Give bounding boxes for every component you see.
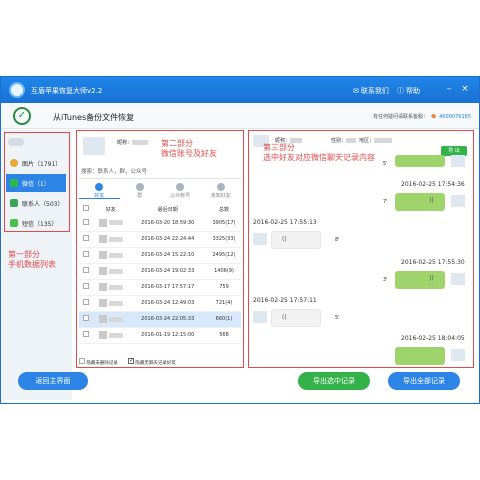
unknown-friend-icon: [216, 183, 225, 191]
select-all-checkbox[interactable]: [83, 205, 89, 211]
friend-search-input[interactable]: 搜索：联系人，群，公众号: [79, 167, 241, 179]
chat-avatar: [253, 233, 267, 245]
tab-unknown-friends[interactable]: 未知好友: [201, 183, 242, 199]
help-icon: ⓘ: [397, 87, 404, 95]
friends-panel: 昵称： 第二部分 微信账号及好友 搜索：联系人，群，公众号 好友 群 公众帐号 …: [76, 130, 244, 368]
contact-icon: ✉: [353, 87, 359, 95]
contact-us-link[interactable]: ✉ 联系我们: [353, 86, 389, 96]
voice-icon: )): [429, 275, 434, 282]
row-checkbox[interactable]: [83, 218, 89, 225]
table-row-selected[interactable]: 2016-03-24 22:05:33 660(1): [79, 311, 241, 328]
table-row[interactable]: 2016-03-24 19:02:33 1406(9): [79, 263, 241, 280]
voice-message-bubble[interactable]: [395, 347, 445, 365]
column-total[interactable]: 总数: [207, 203, 241, 215]
minimize-button[interactable]: –: [443, 83, 455, 95]
voice-icon: ((: [282, 236, 287, 243]
hide-deleted-toggle[interactable]: 隐藏未删除记录: [79, 358, 118, 366]
photo-icon: [10, 159, 18, 167]
chat-avatar: [451, 155, 465, 167]
table-row[interactable]: 2016-03-24 12:49:03 721(4): [79, 295, 241, 312]
row-checkbox[interactable]: [83, 235, 89, 241]
table-row[interactable]: 2016-03-24 15:22:10 2495(12): [79, 247, 241, 264]
support-info: 有任何疑问请联系客服： ☻ 4000076165: [372, 113, 471, 121]
account-avatar: [83, 137, 105, 155]
voice-message-bubble[interactable]: [395, 155, 445, 167]
row-checkbox[interactable]: [83, 299, 89, 305]
chat-avatar: [451, 349, 465, 361]
service-avatar-icon: ☻: [430, 113, 437, 120]
table-row[interactable]: 2016-01-19 12:15:00 568: [79, 327, 241, 344]
row-checkbox[interactable]: [83, 267, 89, 273]
hide-empty-toggle[interactable]: 隐藏无聊天记录好友: [127, 357, 176, 366]
part1-annotation: 第一部分 手机数据列表: [8, 250, 56, 269]
chat-avatar: [451, 273, 465, 285]
chat-avatar: [451, 195, 465, 207]
row-checkbox[interactable]: [83, 251, 89, 257]
column-last-date[interactable]: 最后日期: [128, 203, 207, 215]
tab-friends[interactable]: 好友: [79, 183, 120, 199]
friend-tabs: 好友 群 公众帐号 未知好友: [79, 183, 241, 199]
support-qq[interactable]: 4000076165: [439, 114, 471, 120]
tab-groups[interactable]: 群: [120, 183, 161, 199]
row-checkbox[interactable]: [83, 315, 89, 321]
row-checkbox[interactable]: [83, 283, 89, 289]
column-friend[interactable]: 好友: [93, 203, 128, 215]
voice-icon: )): [429, 197, 434, 204]
sms-icon: [10, 219, 18, 227]
close-button[interactable]: ×: [459, 83, 471, 95]
contacts-icon: [10, 199, 18, 207]
account-nickname: 昵称：: [117, 139, 149, 146]
part3-annotation: 第三部分 选中好友对应微信聊天记录内容: [263, 143, 375, 162]
table-row[interactable]: 2016-03-24 22:24:44 3325(33): [79, 231, 241, 248]
part2-annotation: 第二部分 微信账号及好友: [161, 139, 217, 158]
table-row[interactable]: 2016-03-20 18:59:30 3905(17): [79, 215, 241, 232]
export-all-button[interactable]: 导出全部记录: [388, 372, 460, 390]
sidebar-item-wechat[interactable]: 微信（1）: [6, 174, 66, 192]
back-to-main-button[interactable]: 返回主界面: [18, 372, 88, 390]
sidebar-item-contacts[interactable]: 联系人（503）: [6, 194, 66, 212]
export-selected-button[interactable]: 导出选中记录: [298, 372, 370, 390]
tab-official-accounts[interactable]: 公众帐号: [160, 183, 201, 199]
toolbar: ✓ 从iTunes备份文件恢复 有任何疑问请联系客服： ☻ 4000076165: [1, 103, 479, 129]
friends-table: 好友 最后日期 总数 2016-03-20 18:59:30 3905(17) 2…: [79, 203, 241, 344]
app-title: 互盾苹果恢复大师v2.2: [31, 87, 103, 95]
chat-avatar: [253, 311, 267, 323]
group-icon: [135, 183, 144, 191]
voice-message-bubble[interactable]: )): [395, 193, 445, 211]
sidebar-item-photos[interactable]: 图片（1791）: [6, 154, 66, 172]
official-account-icon: [176, 183, 185, 191]
voice-message-bubble[interactable]: ((: [271, 231, 321, 249]
title-bar: 互盾苹果恢复大师v2.2 ✉ 联系我们 ⓘ 帮助 – ×: [1, 77, 479, 103]
friend-icon: [95, 183, 104, 191]
row-checkbox[interactable]: [83, 331, 89, 337]
bottom-bar: 返回主界面 导出选中记录 导出全部记录: [0, 366, 478, 404]
sidebar-item-sms[interactable]: 短信（135）: [6, 214, 66, 232]
voice-icon: ((: [282, 314, 287, 321]
page-title: 从iTunes备份文件恢复: [53, 113, 135, 122]
app-logo-icon: [9, 82, 25, 98]
voice-message-bubble[interactable]: ((: [271, 309, 321, 327]
chat-panel: 昵称： 性别： 地区： 导 出 第三部分 选中好友对应微信聊天记录内容 5' 2…: [248, 130, 474, 368]
check-icon: ✓: [13, 107, 31, 125]
help-link[interactable]: ⓘ 帮助: [397, 86, 420, 96]
wechat-icon: [10, 179, 18, 187]
voice-message-bubble[interactable]: )): [395, 271, 445, 289]
table-row[interactable]: 2016-03-17 17:57:17 759: [79, 279, 241, 296]
